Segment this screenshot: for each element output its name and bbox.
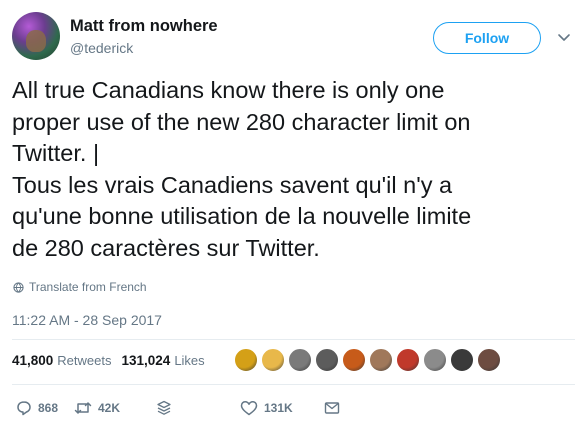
author-handle[interactable]: @tederick (70, 40, 133, 56)
like-button[interactable]: 131K (240, 400, 324, 416)
like-count: 131K (264, 401, 293, 415)
stack-icon (157, 400, 171, 415)
reply-icon (17, 401, 31, 416)
retweets-count: 41,800 (12, 353, 54, 368)
reply-button[interactable]: 868 (16, 400, 74, 416)
author-avatar[interactable] (12, 12, 60, 60)
tweet-actions: 868 42K 131K (16, 400, 340, 416)
translate-label[interactable]: Translate from French (29, 280, 147, 294)
engagement-stats: 41,800 Retweets 131,024 Likes (12, 353, 205, 368)
heart-icon (240, 401, 258, 416)
retweet-icon (74, 402, 92, 414)
liker-avatar[interactable] (369, 348, 393, 372)
retweets-stat[interactable]: 41,800 Retweets (12, 353, 112, 368)
likers-avatars (234, 348, 501, 372)
envelope-icon (324, 402, 340, 414)
divider (12, 339, 575, 340)
globe-icon (13, 281, 24, 293)
retweets-label: Retweets (57, 353, 112, 368)
liker-avatar[interactable] (261, 348, 285, 372)
liker-avatar[interactable] (288, 348, 312, 372)
author-name[interactable]: Matt from nowhere (70, 17, 218, 36)
liker-avatar[interactable] (234, 348, 258, 372)
divider (12, 384, 575, 385)
chevron-down-icon[interactable] (557, 30, 571, 44)
tweet-timestamp[interactable]: 11:22 AM - 28 Sep 2017 (12, 312, 162, 328)
tweet-text: All true Canadians know there is only on… (12, 77, 472, 261)
liker-avatar[interactable] (450, 348, 474, 372)
translate-link[interactable]: Translate from French (13, 280, 147, 294)
direct-message-button[interactable] (156, 400, 240, 416)
message-button[interactable] (324, 400, 340, 416)
retweet-count: 42K (98, 401, 121, 415)
likes-stat[interactable]: 131,024 Likes (122, 353, 205, 368)
liker-avatar[interactable] (342, 348, 366, 372)
likes-label: Likes (174, 353, 205, 368)
likes-count: 131,024 (121, 353, 171, 368)
reply-count: 868 (38, 401, 59, 415)
liker-avatar[interactable] (423, 348, 447, 372)
liker-avatar[interactable] (315, 348, 339, 372)
follow-button[interactable]: Follow (433, 22, 541, 54)
retweet-button[interactable]: 42K (74, 400, 156, 416)
liker-avatar[interactable] (396, 348, 420, 372)
liker-avatar[interactable] (477, 348, 501, 372)
